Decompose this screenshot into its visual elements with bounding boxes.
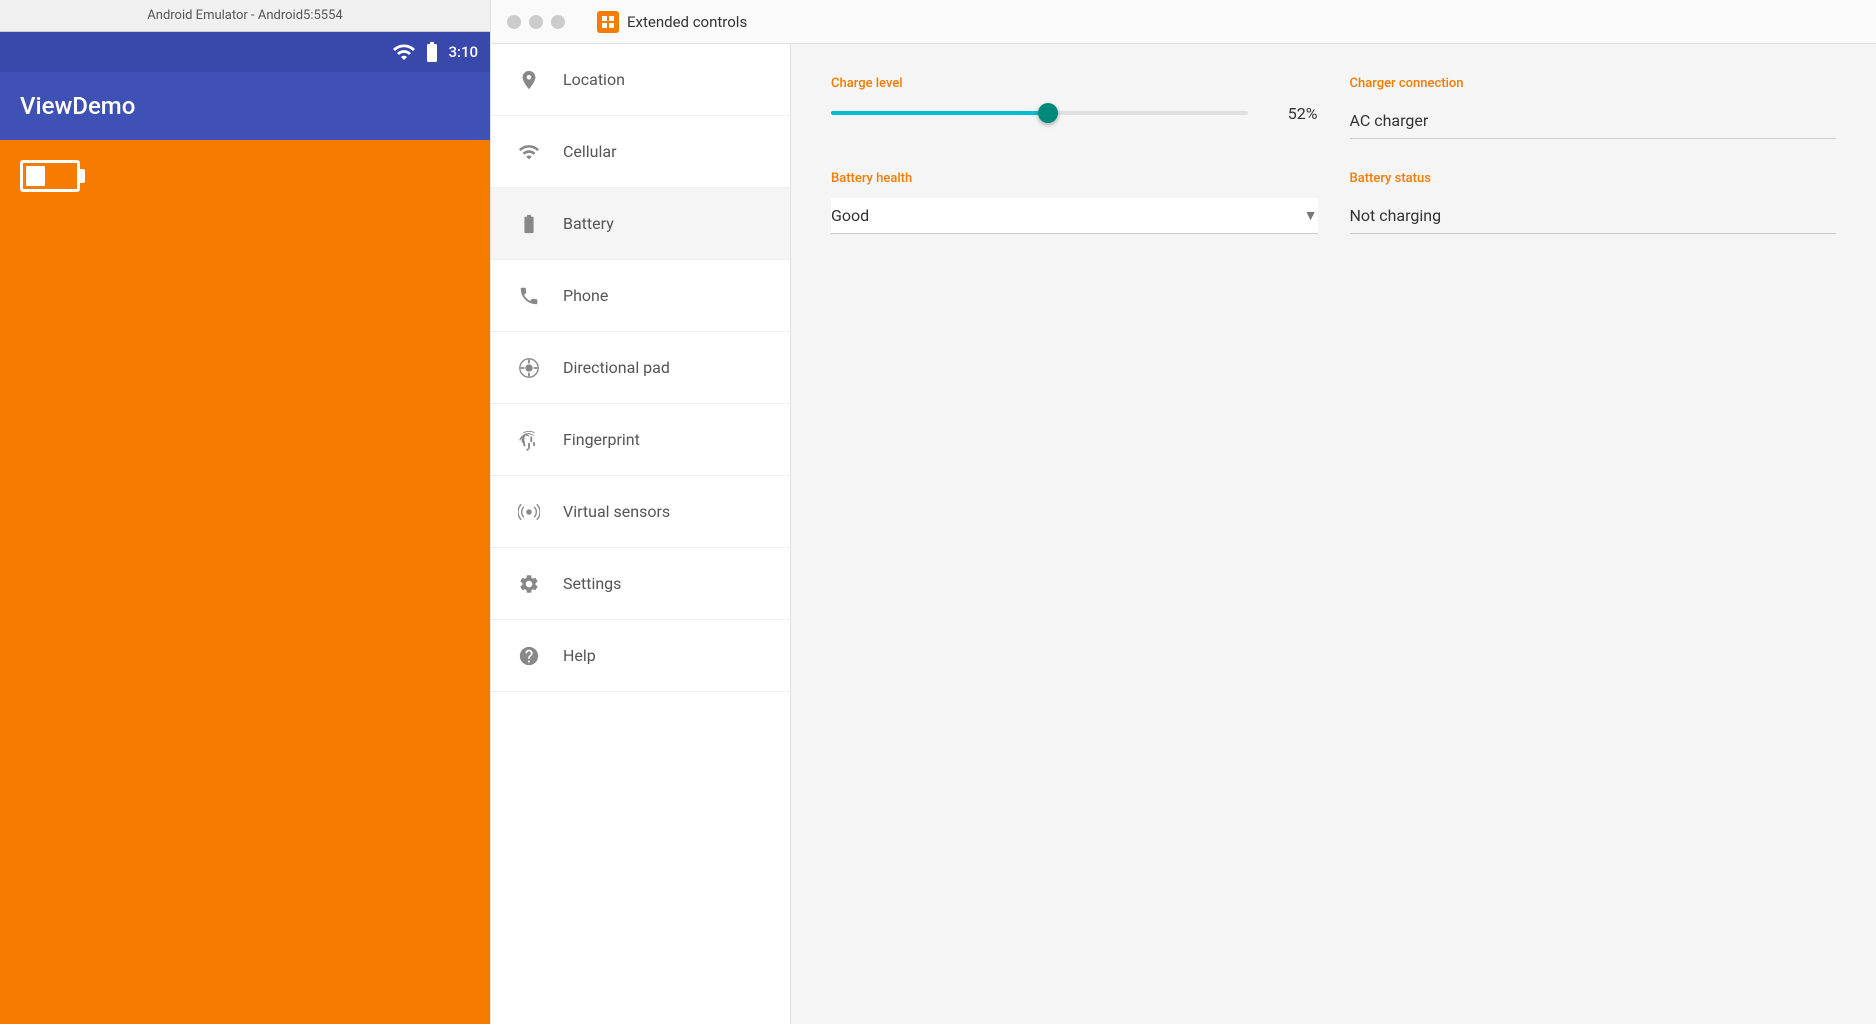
slider-thumb[interactable]	[1038, 103, 1058, 123]
battery-controls-grid: Charge level 52% Charger connection	[831, 76, 1836, 234]
sidebar-item-cellular[interactable]: Cellular	[491, 116, 790, 188]
battery-fill	[26, 166, 45, 186]
android-statusbar: 3:10	[0, 32, 490, 72]
battery-main-panel: Charge level 52% Charger connection	[791, 44, 1876, 1024]
sidebar-item-phone[interactable]: Phone	[491, 260, 790, 332]
health-dropdown[interactable]: Good ▼	[831, 198, 1318, 234]
cellular-icon	[515, 138, 543, 166]
charge-level-section: Charge level 52%	[831, 76, 1318, 123]
charger-connection-section: Charger connection AC charger	[1350, 76, 1837, 139]
charger-connection-label: Charger connection	[1350, 76, 1837, 91]
battery-health-section: Battery health Good ▼	[831, 171, 1318, 234]
dpad-icon	[515, 354, 543, 382]
sidebar-label-settings: Settings	[563, 574, 621, 593]
sidebar-item-settings[interactable]: Settings	[491, 548, 790, 620]
sidebar-label-cellular: Cellular	[563, 142, 617, 161]
sidebar-item-virtual-sensors[interactable]: Virtual sensors	[491, 476, 790, 548]
window-close-btn[interactable]	[507, 15, 521, 29]
controls-logo-icon	[597, 11, 619, 33]
controls-sidebar: Location Cellular Battery	[491, 44, 791, 1024]
battery-icon-large	[20, 160, 80, 192]
battery-nav-icon	[515, 210, 543, 238]
settings-icon	[515, 570, 543, 598]
battery-status-label: Battery status	[1350, 171, 1837, 186]
charge-slider-row: 52%	[831, 103, 1318, 123]
help-icon	[515, 642, 543, 670]
controls-titlebar: Extended controls	[491, 0, 1876, 44]
sidebar-item-directional-pad[interactable]: Directional pad	[491, 332, 790, 404]
controls-body: Location Cellular Battery	[491, 44, 1876, 1024]
controls-title-text: Extended controls	[627, 13, 747, 31]
fingerprint-icon	[515, 426, 543, 454]
charger-connection-value: AC charger	[1350, 103, 1837, 139]
sidebar-label-virtual-sensors: Virtual sensors	[563, 502, 670, 521]
statusbar-battery-icon	[420, 40, 444, 64]
charge-slider-container[interactable]	[831, 103, 1248, 123]
signal-icon	[392, 40, 416, 64]
location-icon	[515, 66, 543, 94]
sidebar-label-location: Location	[563, 70, 625, 89]
statusbar-time: 3:10	[448, 43, 478, 61]
android-screen: 3:10 ViewDemo	[0, 32, 490, 1024]
battery-health-label: Battery health	[831, 171, 1318, 186]
emulator-title: Android Emulator - Android5:5554	[147, 8, 342, 23]
android-appbar: ViewDemo	[0, 72, 490, 140]
logo-svg	[601, 15, 615, 29]
sidebar-label-fingerprint: Fingerprint	[563, 430, 640, 449]
status-icons: 3:10	[392, 40, 478, 64]
sensors-icon	[515, 498, 543, 526]
app-title: ViewDemo	[20, 92, 135, 120]
sidebar-item-help[interactable]: Help	[491, 620, 790, 692]
battery-status-value: Not charging	[1350, 198, 1837, 234]
health-dropdown-value: Good	[831, 206, 869, 225]
charge-percent-value: 52%	[1268, 104, 1318, 123]
sidebar-label-help: Help	[563, 646, 596, 665]
sidebar-item-battery[interactable]: Battery	[491, 188, 790, 260]
android-content	[0, 140, 490, 1024]
charge-level-label: Charge level	[831, 76, 1318, 91]
controls-title-area: Extended controls	[597, 11, 747, 33]
dropdown-arrow-icon: ▼	[1304, 207, 1318, 224]
phone-icon	[515, 282, 543, 310]
sidebar-label-dpad: Directional pad	[563, 358, 670, 377]
sidebar-item-location[interactable]: Location	[491, 44, 790, 116]
battery-status-section: Battery status Not charging	[1350, 171, 1837, 234]
window-minimize-btn[interactable]	[529, 15, 543, 29]
slider-fill	[831, 111, 1048, 115]
extended-controls-panel: Extended controls Location	[490, 0, 1876, 1024]
sidebar-label-phone: Phone	[563, 286, 608, 305]
sidebar-item-fingerprint[interactable]: Fingerprint	[491, 404, 790, 476]
sidebar-label-battery: Battery	[563, 214, 614, 233]
emulator-titlebar: Android Emulator - Android5:5554	[0, 0, 490, 32]
window-maximize-btn[interactable]	[551, 15, 565, 29]
window-buttons	[507, 15, 565, 29]
emulator-panel: Android Emulator - Android5:5554 3:10 Vi…	[0, 0, 490, 1024]
